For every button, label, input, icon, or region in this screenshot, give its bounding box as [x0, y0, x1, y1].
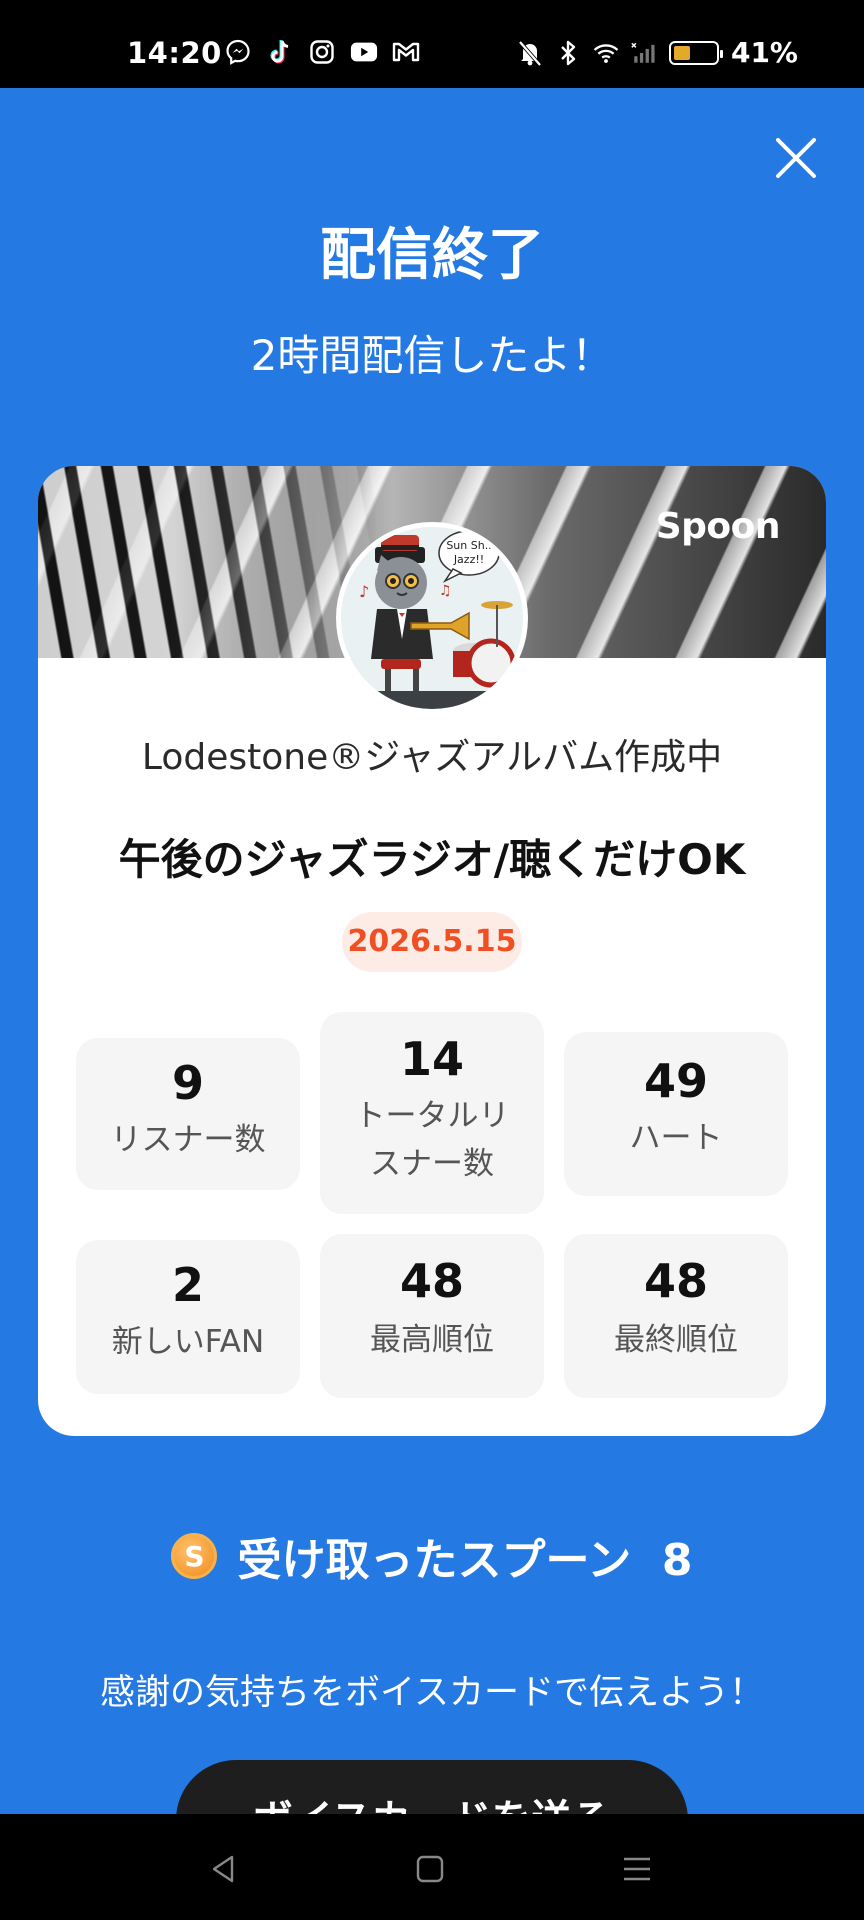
stat-value: 9 [171, 1056, 204, 1110]
mute-icon [517, 39, 543, 67]
navigation-bar [0, 1814, 864, 1920]
notification-icons [224, 38, 420, 66]
svg-text:Jazz!!: Jazz!! [453, 553, 484, 566]
back-icon [212, 1855, 234, 1883]
page-title: 配信終了 [320, 223, 544, 288]
stat-highest-rank: 48 最高順位 [320, 1234, 544, 1398]
stat-label: 最高順位 [370, 1322, 494, 1358]
show-title: 午後のジャズラジオ/聴くだけOK [118, 835, 746, 884]
spoon-coin-icon: S [171, 1533, 218, 1579]
spoons-received: S 受け取ったスプーン 8 [0, 1524, 864, 1588]
menu-button[interactable] [612, 1844, 662, 1894]
avatar: Sun Sh.. Jazz!! ♪ ♫ [336, 522, 528, 714]
menu-icon [624, 1857, 650, 1881]
spoons-received-text: 受け取ったスプーン 8 [237, 1535, 693, 1586]
stat-label: ハート [629, 1120, 723, 1156]
date-badge: 2026.5.15 [342, 912, 522, 972]
system-status: 41% [517, 36, 798, 69]
bluetooth-icon [555, 39, 581, 67]
close-button[interactable] [770, 132, 822, 184]
battery-level-fill [673, 45, 691, 60]
status-time: 14:20 [127, 36, 222, 70]
piano-keys-image [38, 466, 378, 658]
close-icon [776, 138, 816, 178]
stat-value: 2 [171, 1258, 204, 1312]
gmail-icon [392, 38, 420, 66]
stat-listeners: 9 リスナー数 [76, 1038, 300, 1190]
stat-new-fans: 2 新しいFAN [76, 1240, 300, 1394]
dj-name: Lodestone®ジャズアルバム作成中 [141, 737, 723, 778]
home-icon [416, 1855, 444, 1883]
stat-label: 最終順位 [614, 1322, 738, 1358]
svg-text:Sun Sh..: Sun Sh.. [446, 539, 491, 552]
battery-icon [668, 40, 723, 65]
spoon-logo: Spoon [655, 506, 781, 547]
instagram-icon [308, 38, 336, 66]
stat-total-listeners: 14 トータルリ スナー数 [320, 1012, 544, 1214]
tiktok-icon [266, 38, 294, 66]
battery-percentage: 41% [730, 36, 798, 69]
svg-text:♪: ♪ [359, 582, 369, 601]
stat-label: リスナー数 [110, 1122, 266, 1158]
stat-final-rank: 48 最終順位 [564, 1234, 788, 1398]
stat-label-line-1: トータルリ [354, 1098, 510, 1134]
youtube-icon [350, 38, 378, 66]
svg-text:♫: ♫ [439, 583, 452, 599]
broadcast-summary-card: Spoon Sun Sh.. Jazz!! ♪ ♫ Lodestone®ジャズア… [38, 466, 826, 1436]
stat-value: 48 [643, 1254, 708, 1308]
status-bar: 14:20 41% [0, 0, 864, 88]
stat-label: 新しいFAN [111, 1324, 265, 1360]
stat-value: 48 [399, 1254, 464, 1308]
signal-icon [631, 39, 657, 67]
stat-hearts: 49 ハート [564, 1032, 788, 1196]
broadcast-duration: 2時間配信したよ！ [250, 331, 614, 380]
home-button[interactable] [405, 1844, 455, 1894]
thanks-message: 感謝の気持ちをボイスカードで伝えよう！ [100, 1673, 764, 1713]
stat-label-line-2: スナー数 [370, 1146, 494, 1182]
stat-value: 14 [399, 1032, 464, 1086]
back-button[interactable] [198, 1844, 248, 1894]
wifi-icon [593, 39, 619, 67]
stat-value: 49 [643, 1054, 708, 1108]
messenger-icon [224, 38, 252, 66]
